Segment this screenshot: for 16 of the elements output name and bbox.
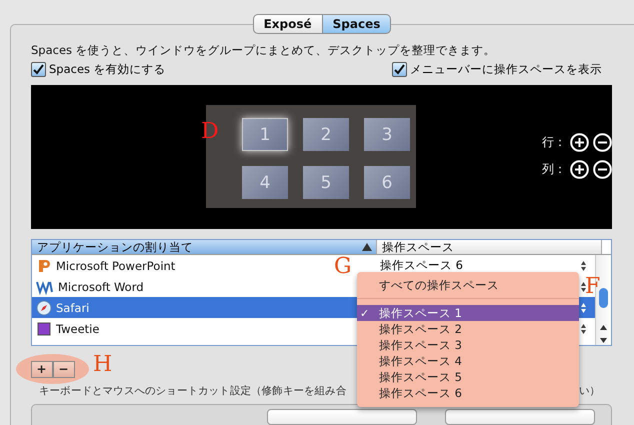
checkbox-label: メニューバーに操作スペースを表示 [410, 62, 602, 77]
columns-label: 列： [542, 161, 566, 178]
app-name: Microsoft PowerPoint [56, 258, 176, 273]
space-value: 操作スペース 6 [380, 258, 463, 274]
app-name: Microsoft Word [58, 280, 144, 294]
checkbox-label: Spaces を有効にする [49, 62, 166, 77]
shortcut-label: キーボードとマウスへのショートカット設定（修飾キーを組み合 [39, 384, 346, 398]
annotation-letter: F [585, 274, 600, 300]
annotation-letter: D [201, 119, 219, 144]
description-text: Spaces を使うと、ウインドウをグループにまとめて、デスクトップを整理できます。 [31, 43, 497, 58]
app-name: Tweetie [56, 322, 100, 336]
rows-label: 行： [542, 134, 566, 151]
annotation-letter: H [93, 352, 112, 377]
annotation-letter: G [334, 254, 352, 280]
shortcut-label: い） [578, 384, 600, 398]
app-name: Safari [56, 300, 90, 315]
